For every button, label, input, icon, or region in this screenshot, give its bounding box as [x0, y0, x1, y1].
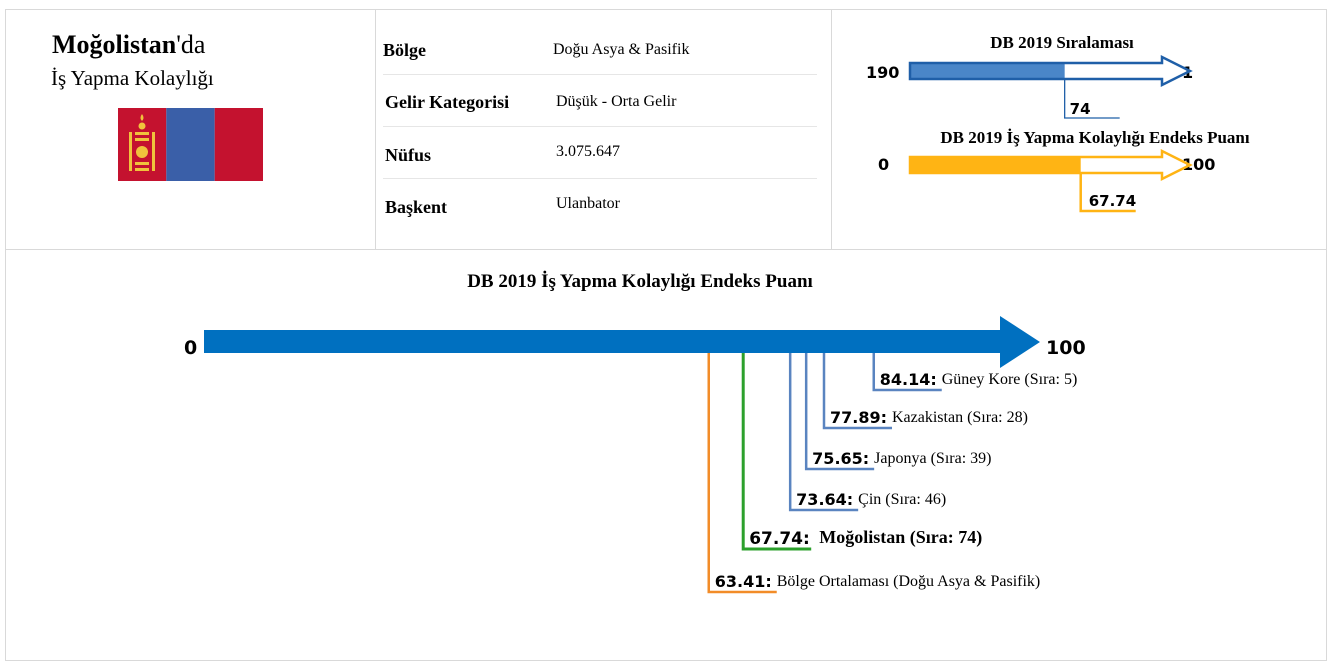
rank-value-label: 74: [1070, 100, 1091, 118]
info-value-population: 3.075.647: [556, 143, 620, 160]
point-name-label: Kazakistan (Sıra: 28): [892, 409, 1028, 426]
info-label-capital: Başkent: [385, 197, 448, 217]
info-label-region: Bölge: [383, 40, 426, 60]
score-bar-fill: [910, 157, 1081, 173]
point-value-label: 84.14:: [880, 370, 937, 389]
info-row-separator: [383, 74, 817, 75]
score-value-label: 67.74: [1089, 192, 1136, 210]
info-value-capital: Ulanbator: [556, 195, 620, 212]
point-value-label: 77.89:: [830, 408, 887, 427]
rank-bar-fill: [910, 63, 1065, 79]
main-score-chart: DB 2019 İş Yapma Kolaylığı Endeks Puanı …: [184, 271, 1086, 594]
point-name-label: Japonya (Sıra: 39): [874, 450, 991, 467]
point-value-label: 67.74:: [749, 529, 810, 549]
mini-charts: DB 2019 Sıralaması 190 1 74 DB 2019 İş Y…: [866, 33, 1250, 213]
point-name-label: Bölge Ortalaması (Doğu Asya & Pasifik): [777, 573, 1041, 590]
main-axis-end: 100: [1046, 337, 1086, 359]
info-label-population: Nüfus: [385, 145, 432, 165]
main-chart-title: DB 2019 İş Yapma Kolaylığı Endeks Puanı: [467, 271, 813, 292]
country-title: Moğolistan'da: [52, 30, 206, 59]
rank-chart-title: DB 2019 Sıralaması: [990, 33, 1134, 52]
point-name-label: Çin (Sıra: 46): [858, 491, 946, 508]
info-value-region: Doğu Asya & Pasifik: [553, 41, 690, 58]
point-leader-line: [741, 353, 812, 551]
column-divider-left: [375, 9, 376, 250]
mongolia-flag-icon: [118, 108, 263, 181]
info-row-separator: [383, 126, 817, 127]
score-axis-start: 0: [878, 155, 889, 174]
point-name-label: Güney Kore (Sıra: 5): [942, 371, 1078, 388]
page-subtitle: İş Yapma Kolaylığı: [51, 66, 214, 90]
info-row-separator: [383, 178, 817, 179]
point-value-label: 73.64:: [796, 490, 853, 509]
score-chart-title: DB 2019 İş Yapma Kolaylığı Endeks Puanı: [940, 128, 1249, 147]
rank-axis-start: 190: [866, 63, 899, 82]
info-value-income: Düşük - Orta Gelir: [556, 93, 677, 110]
info-label-income: Gelir Kategorisi: [385, 92, 510, 112]
main-axis-start: 0: [184, 337, 197, 359]
main-axis-arrow: [204, 316, 1040, 368]
point-value-label: 75.65:: [812, 449, 869, 468]
point-value-label: 63.41:: [715, 572, 772, 591]
main-chart-points: 84.14: Güney Kore (Sıra: 5) 77.89: Kazakist…: [707, 353, 1078, 594]
point-name-label: Moğolistan (Sıra: 74): [819, 527, 982, 548]
